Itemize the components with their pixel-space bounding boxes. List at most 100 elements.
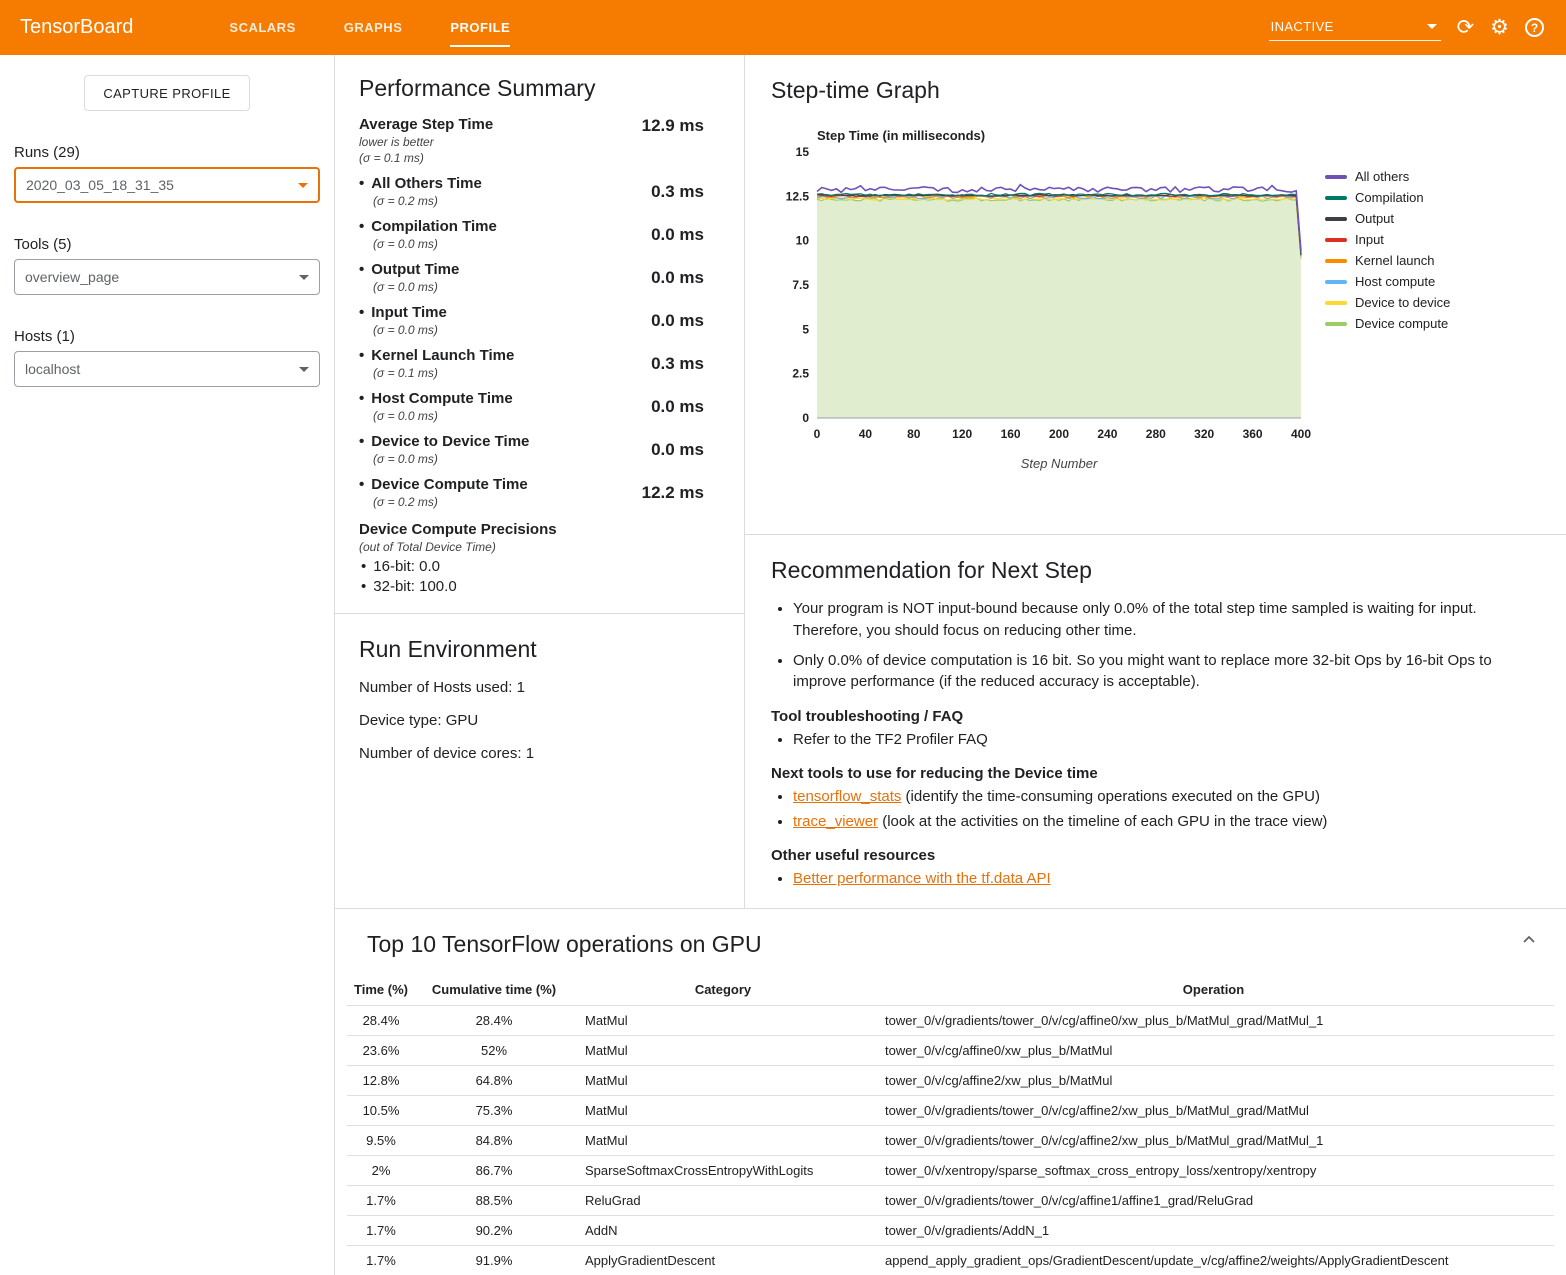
tools-dropdown-value: overview_page <box>25 269 119 285</box>
time-cell: 1.7% <box>347 1216 415 1246</box>
time-cell: 1.7% <box>347 1246 415 1275</box>
perf-item-name: •Output Time <box>359 261 459 278</box>
app-title: TensorBoard <box>20 16 133 39</box>
svg-text:200: 200 <box>1049 427 1069 441</box>
capture-profile-button[interactable]: CAPTURE PROFILE <box>84 75 249 111</box>
table-row: 10.5% 75.3% MatMul tower_0/v/gradients/t… <box>347 1096 1554 1126</box>
svg-text:12.5: 12.5 <box>786 189 810 203</box>
operation-cell: tower_0/v/gradients/tower_0/v/cg/affine0… <box>873 1006 1554 1036</box>
page-body: CAPTURE PROFILE Runs (29) 2020_03_05_18_… <box>0 55 1566 1275</box>
tab-scalars[interactable]: SCALARS <box>205 0 319 55</box>
performance-summary-panel: Performance Summary Average Step Time lo… <box>335 55 745 908</box>
table-row: 12.8% 64.8% MatMul tower_0/v/cg/affine2/… <box>347 1066 1554 1096</box>
perf-item-name: •Compilation Time <box>359 218 497 235</box>
tab-graphs[interactable]: GRAPHS <box>320 0 427 55</box>
cumulative-time-cell: 75.3% <box>415 1096 573 1126</box>
perf-item: •Input Time (σ = 0.0 ms) 0.0 ms <box>359 304 720 337</box>
chevron-down-icon <box>299 367 309 372</box>
average-step-time-note: lower is better <box>359 135 493 149</box>
time-cell: 10.5% <box>347 1096 415 1126</box>
time-cell: 12.8% <box>347 1066 415 1096</box>
run-env-lines: Number of Hosts used: 1Device type: GPUN… <box>359 679 720 762</box>
category-cell: MatMul <box>573 1006 873 1036</box>
recommendation-bullet: Your program is NOT input-bound because … <box>793 598 1526 642</box>
refresh-icon[interactable]: ⟳ <box>1457 17 1475 38</box>
tab-profile[interactable]: PROFILE <box>426 0 534 55</box>
cumulative-time-cell: 86.7% <box>415 1156 573 1186</box>
svg-text:5: 5 <box>802 322 809 336</box>
tools-label: Tools (5) <box>14 236 320 253</box>
main-content: Performance Summary Average Step Time lo… <box>334 55 1566 1275</box>
time-cell: 9.5% <box>347 1126 415 1156</box>
bullet: • <box>359 390 364 407</box>
recommendation-title: Recommendation for Next Step <box>771 557 1526 584</box>
perf-item: •Kernel Launch Time (σ = 0.1 ms) 0.3 ms <box>359 347 720 380</box>
perf-item-value: 0.3 ms <box>651 182 704 202</box>
step-time-graph-panel: Step-time Graph 02.557.51012.51504080120… <box>745 55 1566 535</box>
legend-label: Device compute <box>1355 316 1448 331</box>
svg-text:160: 160 <box>1001 427 1021 441</box>
legend-label: Compilation <box>1355 190 1424 205</box>
category-cell: MatMul <box>573 1096 873 1126</box>
svg-text:120: 120 <box>952 427 972 441</box>
category-cell: SparseSoftmaxCrossEntropyWithLogits <box>573 1156 873 1186</box>
perf-item-sigma: (σ = 0.0 ms) <box>373 323 447 337</box>
perf-item-sigma: (σ = 0.0 ms) <box>373 280 459 294</box>
status-dropdown[interactable]: INACTIVE <box>1269 15 1441 41</box>
perf-items: •All Others Time (σ = 0.2 ms) 0.3 ms •Co… <box>359 175 720 509</box>
svg-text:0: 0 <box>802 411 809 425</box>
performance-summary-title: Performance Summary <box>359 75 720 102</box>
legend-swatch <box>1325 280 1347 284</box>
legend-label: Device to device <box>1355 295 1450 310</box>
perf-item: •Host Compute Time (σ = 0.0 ms) 0.0 ms <box>359 390 720 423</box>
average-step-time-label: Average Step Time <box>359 116 493 133</box>
table-row: 2% 86.7% SparseSoftmaxCrossEntropyWithLo… <box>347 1156 1554 1186</box>
perf-item-name: •Kernel Launch Time <box>359 347 514 364</box>
recommendation-bullet: Only 0.0% of device computation is 16 bi… <box>793 650 1526 694</box>
table-header-cell: Cumulative time (%) <box>415 974 573 1006</box>
recommendation-group: Other useful resources Better performanc… <box>771 847 1526 889</box>
top10-panel: Top 10 TensorFlow operations on GPU Time… <box>335 908 1566 1275</box>
category-cell: ReluGrad <box>573 1186 873 1216</box>
table-row: 23.6% 52% MatMul tower_0/v/cg/affine0/xw… <box>347 1036 1554 1066</box>
sidebar: CAPTURE PROFILE Runs (29) 2020_03_05_18_… <box>0 55 334 1275</box>
runs-dropdown[interactable]: 2020_03_05_18_31_35 <box>14 167 320 203</box>
bullet: • <box>359 218 364 235</box>
recommendation-group-item: tensorflow_stats (identify the time-cons… <box>793 786 1526 807</box>
chart-legend: All others Compilation Output Input Kern… <box>1325 166 1450 476</box>
rec-groups: Tool troubleshooting / FAQ Refer to the … <box>771 708 1526 889</box>
recommendation-link[interactable]: tensorflow_stats <box>793 788 901 805</box>
category-cell: MatMul <box>573 1036 873 1066</box>
table-row: 9.5% 84.8% MatMul tower_0/v/gradients/to… <box>347 1126 1554 1156</box>
legend-label: Input <box>1355 232 1384 247</box>
operation-cell: tower_0/v/cg/affine0/xw_plus_b/MatMul <box>873 1036 1554 1066</box>
help-icon[interactable]: ? <box>1525 18 1544 37</box>
average-step-time-row: Average Step Time lower is better (σ = 0… <box>359 116 720 165</box>
average-step-time-value: 12.9 ms <box>642 116 704 136</box>
top10-table: Time (%)Cumulative time (%)CategoryOpera… <box>347 974 1554 1275</box>
category-cell: MatMul <box>573 1126 873 1156</box>
legend-swatch <box>1325 175 1347 179</box>
category-cell: ApplyGradientDescent <box>573 1246 873 1275</box>
svg-text:15: 15 <box>796 145 810 159</box>
legend-label: Host compute <box>1355 274 1435 289</box>
svg-text:2.5: 2.5 <box>792 367 809 381</box>
recommendation-link[interactable]: Better performance with the tf.data API <box>793 870 1051 887</box>
recommendation-panel: Recommendation for Next Step Your progra… <box>745 535 1566 889</box>
hosts-dropdown[interactable]: localhost <box>14 351 320 387</box>
category-cell: MatMul <box>573 1066 873 1096</box>
category-cell: AddN <box>573 1216 873 1246</box>
recommendation-link[interactable]: trace_viewer <box>793 813 878 830</box>
runs-label: Runs (29) <box>14 144 320 161</box>
gear-icon[interactable]: ⚙ <box>1490 17 1509 38</box>
precision-list: 16-bit: 0.032-bit: 100.0 <box>359 558 720 595</box>
run-env-line: Number of device cores: 1 <box>359 745 720 762</box>
tools-dropdown[interactable]: overview_page <box>14 259 320 295</box>
perf-item: •Device Compute Time (σ = 0.2 ms) 12.2 m… <box>359 476 720 509</box>
precision-item: 16-bit: 0.0 <box>359 558 720 575</box>
cumulative-time-cell: 28.4% <box>415 1006 573 1036</box>
bullet: • <box>359 175 364 192</box>
recommendation-group-heading: Other useful resources <box>771 847 1526 864</box>
collapse-section-button[interactable] <box>1520 931 1538 952</box>
legend-swatch <box>1325 301 1347 305</box>
